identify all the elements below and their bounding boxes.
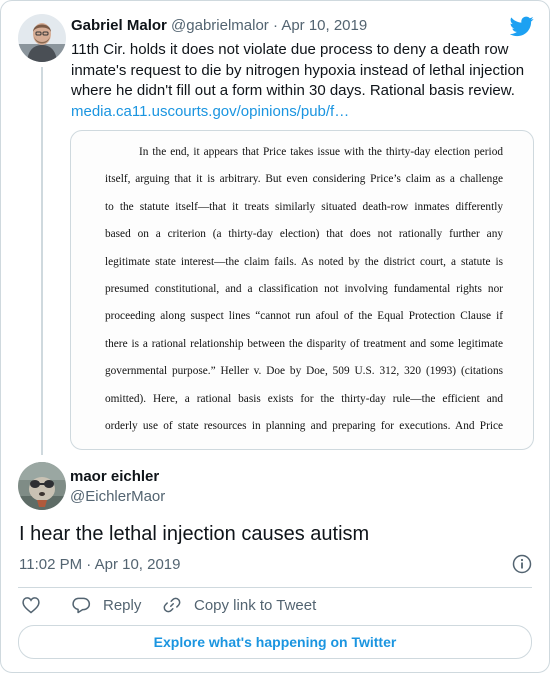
like-button[interactable] <box>21 595 41 615</box>
opinion-line: itself, arguing that it is arbitrary. Bu… <box>105 173 503 186</box>
opinion-line: omitted). Here, a rational basis exists … <box>105 392 503 405</box>
reply-button[interactable]: Reply <box>71 595 141 615</box>
opinion-line: presumed constitutional, and a classific… <box>105 282 503 295</box>
opinion-pdf-link[interactable]: media.ca11.uscourts.gov/opinions/pub/f… <box>71 102 531 123</box>
copy-link-button[interactable]: Copy link to Tweet <box>162 595 316 615</box>
info-icon[interactable] <box>512 554 532 574</box>
tweet-text: I hear the lethal injection causes autis… <box>19 523 370 545</box>
quoted-author-handle[interactable]: @gabrielmalor <box>171 17 269 34</box>
tweet-timestamp[interactable]: 11:02 PM · Apr 10, 2019 <box>19 555 181 575</box>
quoted-author-name[interactable]: Gabriel Malor <box>71 17 167 34</box>
author-handle[interactable]: @EichlerMaor <box>70 487 165 507</box>
opinion-line: to the statute itself—that it treats sim… <box>105 200 503 213</box>
thread-connector-line <box>41 67 43 455</box>
maor-eichler-avatar[interactable] <box>18 462 66 510</box>
reply-label: Reply <box>103 596 142 614</box>
opinion-line: legitimate state interest—the claim fail… <box>105 255 503 268</box>
court-opinion-image[interactable]: In the end, it appears that Price takes … <box>70 130 534 450</box>
opinion-line: proceeding along suspect lines “cannot r… <box>105 310 503 323</box>
gabriel-malor-avatar[interactable] <box>18 14 66 62</box>
tweet-author[interactable]: maor eichler @EichlerMaor <box>70 467 165 507</box>
link-icon <box>163 597 181 613</box>
heart-icon <box>22 597 40 614</box>
quoted-tweet-date[interactable]: Apr 10, 2019 <box>281 17 367 34</box>
quoted-tweet-body: 11th Cir. holds it does not violate due … <box>71 40 531 122</box>
embedded-tweet-card: Gabriel Malor @gabrielmalor · Apr 10, 20… <box>0 0 550 673</box>
header-separator: · <box>272 17 278 34</box>
opinion-line: based on a criterion (a thirty-day elect… <box>105 228 503 241</box>
opinion-excerpt: In the end, it appears that Price takes … <box>105 139 503 440</box>
opinion-line: orderly use of state resources in planni… <box>105 419 503 432</box>
reply-bubble-icon <box>72 597 91 614</box>
author-name[interactable]: maor eichler <box>70 467 165 487</box>
twitter-bird-icon[interactable] <box>509 14 534 38</box>
copy-link-label: Copy link to Tweet <box>194 596 317 614</box>
explore-twitter-button[interactable]: Explore what's happening on Twitter <box>18 625 532 659</box>
quoted-tweet-text: 11th Cir. holds it does not violate due … <box>71 41 525 99</box>
quoted-tweet-header: Gabriel Malor @gabrielmalor · Apr 10, 20… <box>71 17 367 34</box>
opinion-line: there is a rational relationship between… <box>105 337 503 350</box>
actions-divider <box>18 587 532 588</box>
opinion-line: In the end, it appears that Price takes … <box>139 146 503 158</box>
opinion-line: governmental purpose.” Heller v. Doe by … <box>105 365 503 378</box>
